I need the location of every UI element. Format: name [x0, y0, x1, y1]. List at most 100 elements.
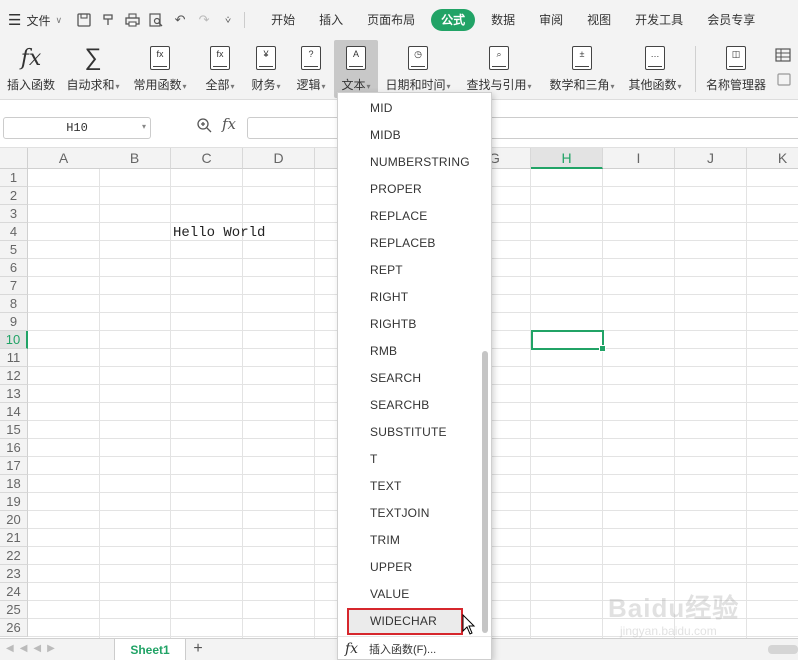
fx-icon[interactable]: fx — [222, 115, 236, 133]
other-functions-button[interactable]: … 其他函数▾ — [625, 40, 685, 98]
function-item-mid[interactable]: MID — [338, 95, 482, 122]
row-header-17[interactable]: 17 — [0, 457, 28, 475]
function-item-widechar[interactable]: WIDECHAR — [347, 608, 463, 635]
row-header-25[interactable]: 25 — [0, 601, 28, 619]
chevron-down-icon[interactable]: ▾ — [142, 118, 146, 138]
column-header-j[interactable]: J — [675, 148, 747, 169]
redo-icon[interactable]: ↷ — [196, 12, 212, 28]
function-item-numberstring[interactable]: NUMBERSTRING — [338, 149, 482, 176]
select-all-corner[interactable] — [0, 148, 28, 169]
formula-input[interactable] — [247, 117, 798, 139]
function-item-searchb[interactable]: SEARCHB — [338, 392, 482, 419]
column-header-i[interactable]: I — [603, 148, 675, 169]
column-header-a[interactable]: A — [28, 148, 100, 169]
column-header-d[interactable]: D — [243, 148, 315, 169]
row-header-14[interactable]: 14 — [0, 403, 28, 421]
row-header-18[interactable]: 18 — [0, 475, 28, 493]
all-functions-button[interactable]: fx 全部▾ — [200, 40, 240, 98]
function-item-search[interactable]: SEARCH — [338, 365, 482, 392]
row-header-5[interactable]: 5 — [0, 241, 28, 259]
row-header-11[interactable]: 11 — [0, 349, 28, 367]
name-manager-button[interactable]: ◫ 名称管理器 — [704, 40, 768, 98]
sheet-nav-arrows[interactable]: ◀◀◀▶ — [6, 643, 61, 654]
print-preview-icon[interactable] — [148, 12, 164, 28]
row-header-8[interactable]: 8 — [0, 295, 28, 313]
tab-developer[interactable]: 开发工具 — [623, 9, 695, 31]
tab-page-layout[interactable]: 页面布局 — [355, 9, 427, 31]
row-header-6[interactable]: 6 — [0, 259, 28, 277]
row-header-1[interactable]: 1 — [0, 169, 28, 187]
row-header-19[interactable]: 19 — [0, 493, 28, 511]
function-item-value[interactable]: VALUE — [338, 581, 482, 608]
function-item-right[interactable]: RIGHT — [338, 284, 482, 311]
cell-c4[interactable]: Hello World — [173, 225, 265, 241]
tab-review[interactable]: 审阅 — [527, 9, 575, 31]
row-header-13[interactable]: 13 — [0, 385, 28, 403]
row-header-9[interactable]: 9 — [0, 313, 28, 331]
dropdown-scrollbar[interactable] — [482, 351, 488, 633]
row-header-3[interactable]: 3 — [0, 205, 28, 223]
function-item-midb[interactable]: MIDB — [338, 122, 482, 149]
horizontal-scrollbar[interactable] — [768, 645, 798, 654]
tab-data[interactable]: 数据 — [479, 9, 527, 31]
logic-functions-button[interactable]: ? 逻辑▾ — [291, 40, 331, 98]
insert-function-button[interactable]: fx 插入函数 — [4, 40, 58, 98]
function-item-substitute[interactable]: SUBSTITUTE — [338, 419, 482, 446]
save-icon[interactable] — [76, 12, 92, 28]
row-header-7[interactable]: 7 — [0, 277, 28, 295]
row-header-22[interactable]: 22 — [0, 547, 28, 565]
function-item-rept[interactable]: REPT — [338, 257, 482, 284]
function-item-rightb[interactable]: RIGHTB — [338, 311, 482, 338]
insert-function-menu-item[interactable]: fx 插入函数(F)... — [338, 636, 491, 660]
row-header-2[interactable]: 2 — [0, 187, 28, 205]
sheet-tab-sheet1[interactable]: Sheet1 — [114, 639, 186, 660]
name-box[interactable]: H10 ▾ — [3, 117, 151, 139]
finance-functions-button[interactable]: ¥ 财务▾ — [246, 40, 286, 98]
row-header-26[interactable]: 26 — [0, 619, 28, 637]
function-item-replaceb[interactable]: REPLACEB — [338, 230, 482, 257]
function-item-replace[interactable]: REPLACE — [338, 203, 482, 230]
row-header-12[interactable]: 12 — [0, 367, 28, 385]
function-item-upper[interactable]: UPPER — [338, 554, 482, 581]
math-functions-button[interactable]: ± 数学和三角▾ — [544, 40, 620, 98]
autosum-button[interactable]: ∑ 自动求和▾ — [64, 40, 122, 98]
row-header-15[interactable]: 15 — [0, 421, 28, 439]
text-functions-button[interactable]: A 文本▾ — [334, 40, 378, 98]
function-item-text[interactable]: TEXT — [338, 473, 482, 500]
add-sheet-icon[interactable]: + — [190, 639, 206, 660]
tab-formulas[interactable]: 公式 — [431, 9, 476, 31]
grid-icon[interactable] — [775, 48, 791, 65]
common-functions-button[interactable]: fx 常用函数▾ — [133, 40, 187, 98]
row-header-23[interactable]: 23 — [0, 565, 28, 583]
function-item-proper[interactable]: PROPER — [338, 176, 482, 203]
hamburger-icon: ☰ — [8, 12, 22, 29]
format-painter-icon[interactable] — [100, 12, 116, 28]
row-header-10[interactable]: 10 — [0, 331, 28, 349]
row-header-21[interactable]: 21 — [0, 529, 28, 547]
function-item-t[interactable]: T — [338, 446, 482, 473]
file-menu-button[interactable]: ☰ 文件 ∨ — [0, 0, 70, 40]
row-header-24[interactable]: 24 — [0, 583, 28, 601]
column-header-c[interactable]: C — [171, 148, 243, 169]
row-header-20[interactable]: 20 — [0, 511, 28, 529]
row-header-16[interactable]: 16 — [0, 439, 28, 457]
row-header-4[interactable]: 4 — [0, 223, 28, 241]
tab-start[interactable]: 开始 — [259, 9, 307, 31]
column-header-h[interactable]: H — [531, 148, 603, 169]
paste-icon[interactable] — [777, 72, 791, 89]
tab-insert[interactable]: 插入 — [307, 9, 355, 31]
customize-toolbar-icon[interactable]: ⩒ — [220, 12, 236, 28]
datetime-functions-button[interactable]: ◷ 日期和时间▾ — [382, 40, 454, 98]
function-item-rmb[interactable]: RMB — [338, 338, 482, 365]
tab-view[interactable]: 视图 — [575, 9, 623, 31]
lookup-functions-button[interactable]: ⌕ 查找与引用▾ — [463, 40, 535, 98]
undo-icon[interactable]: ↶ — [172, 12, 188, 28]
tab-member[interactable]: 会员专享 — [695, 9, 767, 31]
selected-cell-h10[interactable] — [531, 330, 606, 352]
column-header-k[interactable]: K — [747, 148, 798, 169]
zoom-icon[interactable] — [196, 117, 212, 136]
function-item-trim[interactable]: TRIM — [338, 527, 482, 554]
column-header-b[interactable]: B — [99, 148, 171, 169]
print-icon[interactable] — [124, 12, 140, 28]
function-item-textjoin[interactable]: TEXTJOIN — [338, 500, 482, 527]
